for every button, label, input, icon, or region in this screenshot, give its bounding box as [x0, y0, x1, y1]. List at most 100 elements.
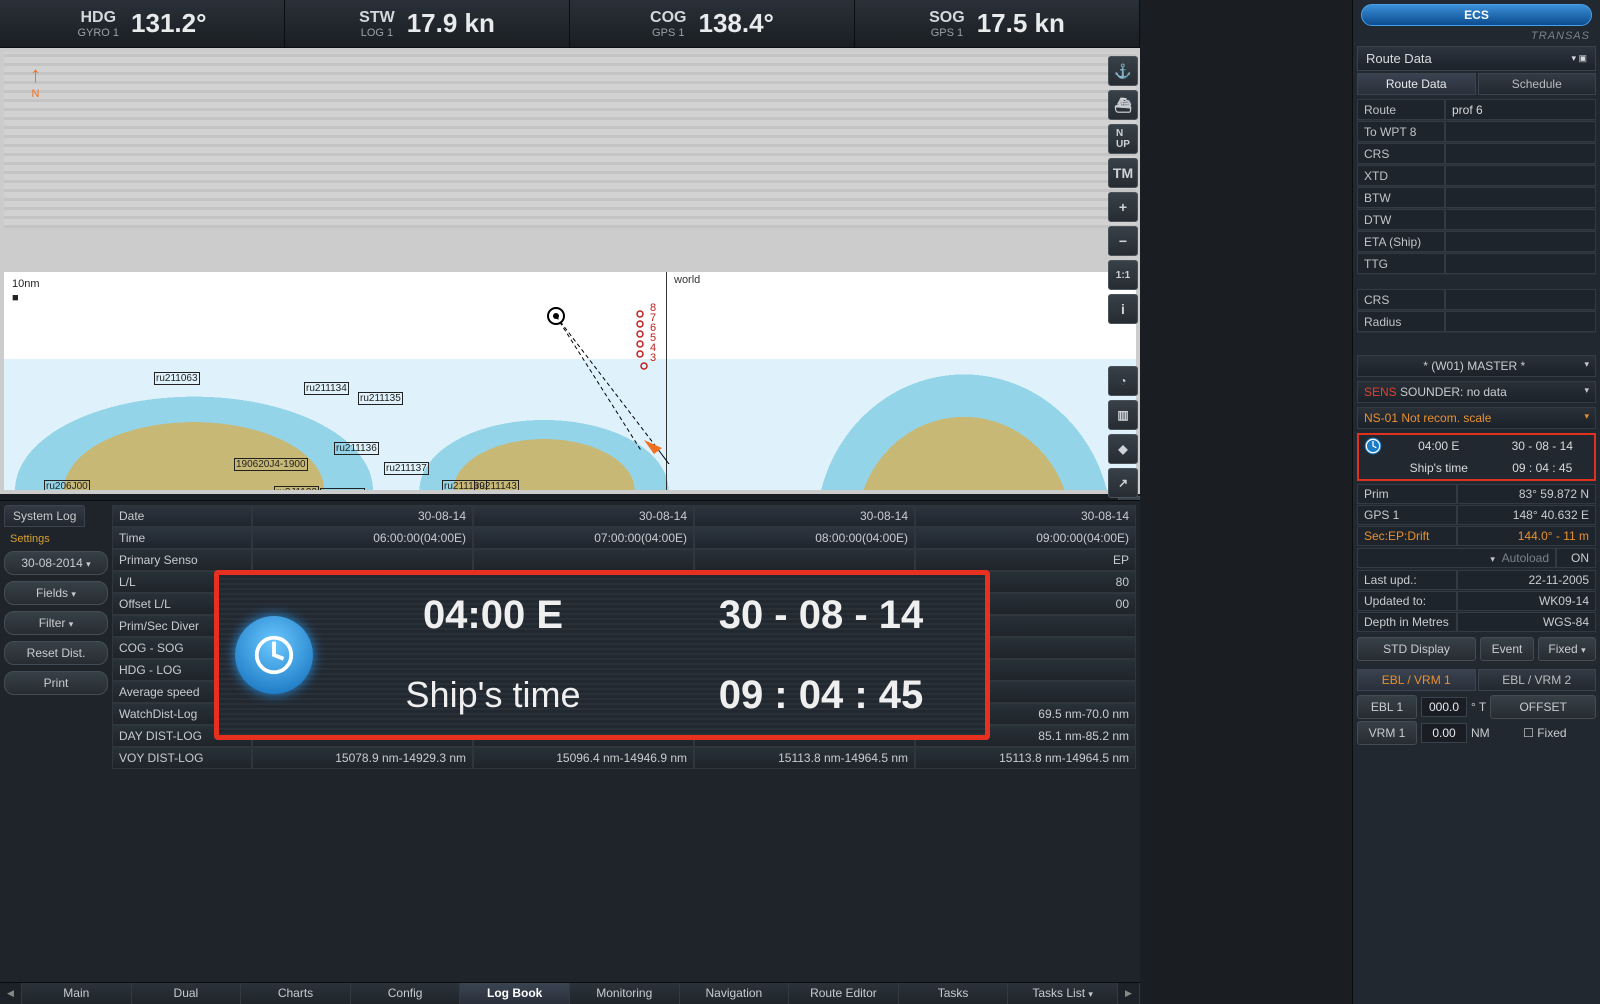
route-field: CRS: [1357, 289, 1596, 311]
chart-cell-label: ru211137: [384, 462, 429, 475]
bottom-tab-charts[interactable]: Charts: [241, 983, 351, 1004]
map-tool-lower-0[interactable]: ◔: [1108, 366, 1138, 396]
fixed-checkbox[interactable]: ☐: [1523, 726, 1534, 740]
filter-button[interactable]: Filter ▾: [4, 611, 108, 635]
log-cell: 15078.9 nm-14929.3 nm: [252, 747, 473, 769]
col-header: 30-08-14: [473, 505, 694, 527]
map-tool-0[interactable]: ⚓: [1108, 56, 1138, 86]
chart-cell-label: ru211135: [358, 392, 403, 405]
meta-row: Depth in MetresWGS-84: [1357, 612, 1596, 632]
no-chart-area: [4, 52, 1136, 228]
route-field: To WPT 8: [1357, 121, 1596, 143]
reset-dist-button[interactable]: Reset Dist.: [4, 641, 108, 665]
chart-display[interactable]: ↑N world 10nm ■ 876543 ru211063ru: [0, 48, 1140, 494]
prev-tab-button[interactable]: ◀: [0, 983, 22, 1004]
scale-status[interactable]: NS-01 Not recom. scale▾: [1357, 407, 1596, 429]
metric-sog[interactable]: SOGGPS 1 17.5 kn: [855, 0, 1140, 47]
vrm1-value[interactable]: 0.00: [1421, 723, 1467, 743]
meta-row: Updated to:WK09-14: [1357, 591, 1596, 611]
panel-header-route-data[interactable]: Route Data ▾ ▣: [1357, 46, 1596, 71]
log-cell: EP: [915, 549, 1136, 571]
route-field: XTD: [1357, 165, 1596, 187]
route-data-table: Routeprof 6To WPT 8CRSXTDBTWDTWETA (Ship…: [1357, 99, 1596, 275]
chart-cell-label: ru211136: [334, 442, 379, 455]
ebl-vrm-section: EBL / VRM 1 EBL / VRM 2 EBL 1 000.0 ° T …: [1357, 669, 1596, 747]
map-tool-6[interactable]: 1:1: [1108, 260, 1138, 290]
map-tools: ⚓ ⛴ NUP TM + − 1:1 i ◔ ▥ ◆ ↗: [1108, 56, 1140, 498]
bottom-tab-route-editor[interactable]: Route Editor: [789, 983, 899, 1004]
tab-schedule[interactable]: Schedule: [1478, 73, 1597, 95]
autoload-row[interactable]: ▾ Autoload ON: [1357, 548, 1596, 568]
metric-cog[interactable]: COGGPS 1 138.4°: [570, 0, 855, 47]
bottom-tab-log-book[interactable]: Log Book: [460, 983, 570, 1004]
bottom-tab-tasks-list[interactable]: Tasks List ▾: [1008, 983, 1118, 1004]
north-arrow-icon: ↑N: [30, 62, 41, 100]
time-zoom-overlay: 04:00 E 30 - 08 - 14 Ship's time 09 : 04…: [214, 570, 990, 740]
tab-route-data[interactable]: Route Data: [1357, 73, 1476, 95]
bottom-tab-bar: ◀ MainDualChartsConfigLog BookMonitoring…: [0, 982, 1140, 1004]
bottom-tab-navigation[interactable]: Navigation: [680, 983, 790, 1004]
bottom-tab-monitoring[interactable]: Monitoring: [570, 983, 680, 1004]
route-field: CRS: [1357, 143, 1596, 165]
chart-area[interactable]: world 10nm ■ 876543 ru211063ru211134ru21…: [4, 272, 1136, 490]
ebl1-button[interactable]: EBL 1: [1357, 695, 1417, 719]
bottom-tab-config[interactable]: Config: [351, 983, 461, 1004]
vrm1-button[interactable]: VRM 1: [1357, 721, 1417, 745]
col-header: 06:00:00(04:00E): [252, 527, 473, 549]
bottom-tab-main[interactable]: Main: [22, 983, 132, 1004]
overlay-timezone: 04:00 E: [329, 593, 657, 638]
chart-cell-label: ru211124: [320, 488, 365, 490]
date-value: 30 - 08 - 14: [1491, 435, 1595, 457]
map-tool-3[interactable]: TM: [1108, 158, 1138, 188]
map-tool-2[interactable]: NUP: [1108, 124, 1138, 154]
bottom-tab-tasks[interactable]: Tasks: [899, 983, 1009, 1004]
route-field: BTW: [1357, 187, 1596, 209]
route-field: DTW: [1357, 209, 1596, 231]
col-header: 30-08-14: [915, 505, 1136, 527]
offset-button[interactable]: OFFSET: [1490, 695, 1596, 719]
chart-cell-label: ru211063: [154, 372, 200, 385]
map-tool-7[interactable]: i: [1108, 294, 1138, 324]
col-header: 30-08-14: [252, 505, 473, 527]
map-tool-lower-1[interactable]: ▥: [1108, 400, 1138, 430]
tab-ebl-vrm-2[interactable]: EBL / VRM 2: [1478, 669, 1597, 691]
route-field: TTG: [1357, 253, 1596, 275]
sens-status[interactable]: SENS SOUNDER: no data▾: [1357, 381, 1596, 403]
world-label: world: [672, 274, 702, 286]
clock-icon: [235, 616, 313, 694]
col-header: Date: [112, 505, 252, 527]
chart-cell-label: ru211134: [304, 382, 349, 395]
map-tool-lower-2[interactable]: ◆: [1108, 434, 1138, 464]
event-button[interactable]: Event: [1480, 637, 1534, 661]
route-data-table-2: CRSRadius: [1357, 289, 1596, 333]
metric-stw[interactable]: STWLOG 1 17.9 kn: [285, 0, 570, 47]
map-tool-lower-3[interactable]: ↗: [1108, 468, 1138, 498]
date-selector[interactable]: 30-08-2014 ▾: [4, 551, 108, 575]
ebl1-value[interactable]: 000.0: [1421, 697, 1467, 717]
col-header: 30-08-14: [694, 505, 915, 527]
fields-button[interactable]: Fields ▾: [4, 581, 108, 605]
bottom-tab-dual[interactable]: Dual: [132, 983, 242, 1004]
fixed-button[interactable]: Fixed ▾: [1538, 637, 1596, 661]
route-field: Routeprof 6: [1357, 99, 1596, 121]
col-header: 08:00:00(04:00E): [694, 527, 915, 549]
ebl1-unit: ° T: [1471, 700, 1486, 714]
tab-system-log[interactable]: System Log: [4, 505, 85, 527]
log-cell: [473, 549, 694, 571]
chart-cell-label: ru2J1132: [274, 486, 319, 490]
settings-label: Settings: [4, 533, 108, 545]
print-button[interactable]: Print: [4, 671, 108, 695]
map-tool-5[interactable]: −: [1108, 226, 1138, 256]
dropdown-icon[interactable]: ▾ ▣: [1571, 53, 1587, 64]
std-display-button[interactable]: STD Display: [1357, 637, 1476, 661]
master-status[interactable]: * (W01) MASTER *▾: [1357, 355, 1596, 377]
tab-ebl-vrm-1[interactable]: EBL / VRM 1: [1357, 669, 1476, 691]
map-tool-1[interactable]: ⛴: [1108, 90, 1138, 120]
position-row: Sec:EP:Drift144.0° - 11 m: [1357, 526, 1596, 546]
clock-icon: [1359, 435, 1387, 457]
metric-hdg[interactable]: HDGGYRO 1 131.2°: [0, 0, 285, 47]
ecs-button[interactable]: ECS: [1361, 4, 1592, 26]
route-field: ETA (Ship): [1357, 231, 1596, 253]
map-tool-4[interactable]: +: [1108, 192, 1138, 222]
next-tab-button[interactable]: ▶: [1118, 983, 1140, 1004]
